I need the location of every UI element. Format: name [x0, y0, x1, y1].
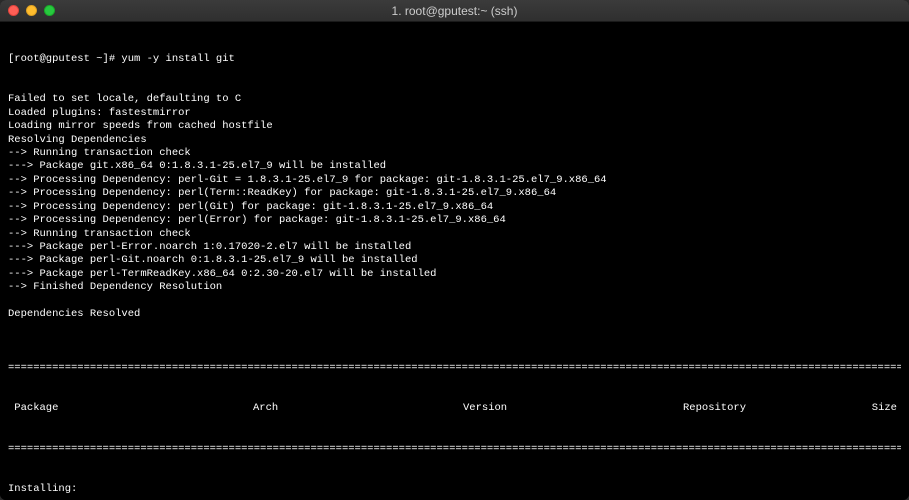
output-line: Dependencies Resolved [8, 308, 901, 321]
output-line: --> Finished Dependency Resolution [8, 281, 901, 294]
col-package: Package [8, 402, 253, 415]
minimize-icon[interactable] [26, 5, 37, 16]
prompt: [root@gputest ~]# [8, 53, 121, 65]
col-repository: Repository [683, 402, 850, 415]
installing-header: Installing: [8, 483, 901, 496]
titlebar: 1. root@gputest:~ (ssh) [0, 0, 909, 22]
output-line: ---> Package perl-Git.noarch 0:1.8.3.1-2… [8, 254, 901, 267]
col-arch: Arch [253, 402, 463, 415]
output-line: --> Processing Dependency: perl(Git) for… [8, 201, 901, 214]
output-line: --> Running transaction check [8, 147, 901, 160]
maximize-icon[interactable] [44, 5, 55, 16]
output-line: ---> Package perl-Error.noarch 1:0.17020… [8, 241, 901, 254]
output-line: Loaded plugins: fastestmirror [8, 107, 901, 120]
command-line: [root@gputest ~]# yum -y install git [8, 53, 901, 66]
terminal-window: 1. root@gputest:~ (ssh) [root@gputest ~]… [0, 0, 909, 500]
col-size: Size [850, 402, 897, 415]
window-title: 1. root@gputest:~ (ssh) [392, 4, 518, 18]
output-line: Resolving Dependencies [8, 134, 901, 147]
output-line: --> Processing Dependency: perl(Error) f… [8, 214, 901, 227]
terminal-body[interactable]: [root@gputest ~]# yum -y install git Fai… [0, 22, 909, 500]
table-header: Package Arch Version Repository Size [8, 402, 901, 415]
divider-double: ========================================… [8, 443, 901, 456]
col-version: Version [463, 402, 683, 415]
output-line: --> Processing Dependency: perl-Git = 1.… [8, 174, 901, 187]
output-line [8, 322, 901, 335]
command-text: yum -y install git [121, 53, 234, 65]
output-line: --> Running transaction check [8, 228, 901, 241]
output-line: Failed to set locale, defaulting to C [8, 93, 901, 106]
output-line: Loading mirror speeds from cached hostfi… [8, 120, 901, 133]
close-icon[interactable] [8, 5, 19, 16]
output-line: --> Processing Dependency: perl(Term::Re… [8, 187, 901, 200]
window-controls [8, 5, 55, 16]
output-line [8, 295, 901, 308]
output-line: ---> Package git.x86_64 0:1.8.3.1-25.el7… [8, 160, 901, 173]
divider-double: ========================================… [8, 362, 901, 375]
output-line: ---> Package perl-TermReadKey.x86_64 0:2… [8, 268, 901, 281]
